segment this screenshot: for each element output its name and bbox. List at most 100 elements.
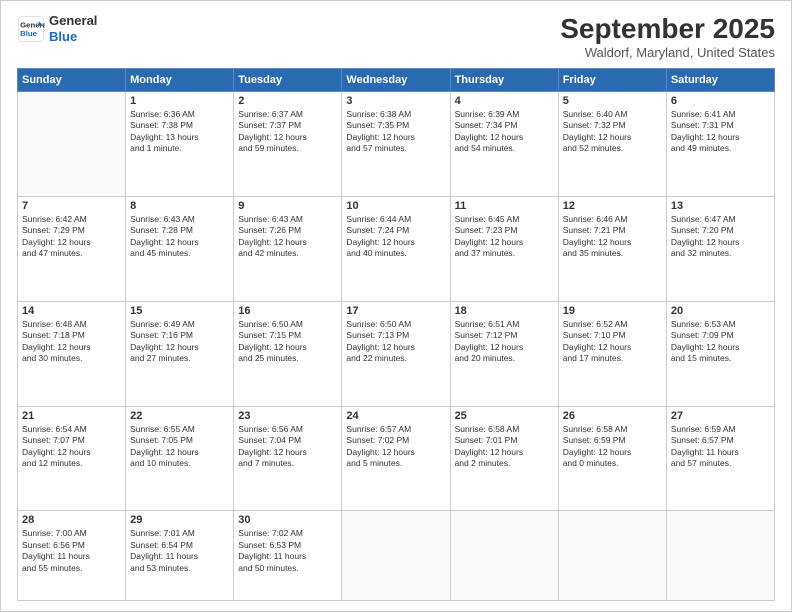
day-number: 21 <box>22 410 121 422</box>
day-number: 11 <box>455 200 554 212</box>
table-row: 1 Sunrise: 6:36 AM Sunset: 7:38 PM Daylig… <box>126 92 234 197</box>
day-info: Sunrise: 6:59 AM Sunset: 6:57 PM Dayligh… <box>671 424 770 470</box>
table-row <box>342 511 450 601</box>
day-number: 25 <box>455 410 554 422</box>
day-info: Sunrise: 6:47 AM Sunset: 7:20 PM Dayligh… <box>671 214 770 260</box>
day-number: 6 <box>671 95 770 107</box>
day-number: 29 <box>130 514 229 526</box>
table-row: 12Sunrise: 6:46 AM Sunset: 7:21 PM Dayli… <box>558 196 666 301</box>
calendar-header-row: Sunday Monday Tuesday Wednesday Thursday… <box>18 69 775 92</box>
logo-icon: General Blue <box>17 15 45 43</box>
table-row: 6 Sunrise: 6:41 AM Sunset: 7:31 PM Daylig… <box>666 92 774 197</box>
table-row: 7 Sunrise: 6:42 AM Sunset: 7:29 PM Daylig… <box>18 196 126 301</box>
day-info: Sunrise: 6:38 AM Sunset: 7:35 PM Dayligh… <box>346 109 445 155</box>
day-info: Sunrise: 6:45 AM Sunset: 7:23 PM Dayligh… <box>455 214 554 260</box>
day-info: Sunrise: 7:01 AM Sunset: 6:54 PM Dayligh… <box>130 528 229 574</box>
table-row: 10 Sunrise: 6:44 AM Sunset: 7:24 PM Dayli… <box>342 196 450 301</box>
logo: General Blue GeneralBlue <box>17 13 97 44</box>
day-number: 22 <box>130 410 229 422</box>
day-info: Sunrise: 6:40 AM Sunset: 7:32 PM Dayligh… <box>563 109 662 155</box>
table-row: 16Sunrise: 6:50 AM Sunset: 7:15 PM Dayli… <box>234 301 342 406</box>
header: General Blue GeneralBlue September 2025 … <box>17 13 775 60</box>
day-number: 30 <box>238 514 337 526</box>
table-row: 29 Sunrise: 7:01 AM Sunset: 6:54 PM Dayli… <box>126 511 234 601</box>
table-row: 5 Sunrise: 6:40 AM Sunset: 7:32 PM Daylig… <box>558 92 666 197</box>
day-info: Sunrise: 6:58 AM Sunset: 7:01 PM Dayligh… <box>455 424 554 470</box>
day-number: 2 <box>238 95 337 107</box>
table-row: 21 Sunrise: 6:54 AM Sunset: 7:07 PM Dayli… <box>18 406 126 511</box>
logo-text: GeneralBlue <box>49 13 97 44</box>
day-number: 1 <box>130 95 229 107</box>
day-info: Sunrise: 6:54 AM Sunset: 7:07 PM Dayligh… <box>22 424 121 470</box>
table-row: 4 Sunrise: 6:39 AM Sunset: 7:34 PM Daylig… <box>450 92 558 197</box>
day-number: 18 <box>455 305 554 317</box>
table-row: 26 Sunrise: 6:58 AM Sunset: 6:59 PM Dayli… <box>558 406 666 511</box>
col-friday: Friday <box>558 69 666 92</box>
day-number: 7 <box>22 200 121 212</box>
table-row: 8Sunrise: 6:43 AM Sunset: 7:28 PM Daylig… <box>126 196 234 301</box>
day-info: Sunrise: 6:51 AM Sunset: 7:12 PM Dayligh… <box>455 319 554 365</box>
day-number: 9 <box>238 200 337 212</box>
day-number: 15 <box>130 305 229 317</box>
col-sunday: Sunday <box>18 69 126 92</box>
table-row: 20 Sunrise: 6:53 AM Sunset: 7:09 PM Dayli… <box>666 301 774 406</box>
table-row <box>666 511 774 601</box>
table-row <box>558 511 666 601</box>
day-info: Sunrise: 6:53 AM Sunset: 7:09 PM Dayligh… <box>671 319 770 365</box>
title-block: September 2025 Waldorf, Maryland, United… <box>560 13 775 60</box>
table-row: 3Sunrise: 6:38 AM Sunset: 7:35 PM Daylig… <box>342 92 450 197</box>
table-row: 19 Sunrise: 6:52 AM Sunset: 7:10 PM Dayli… <box>558 301 666 406</box>
table-row: 15 Sunrise: 6:49 AM Sunset: 7:16 PM Dayli… <box>126 301 234 406</box>
day-info: Sunrise: 6:48 AM Sunset: 7:18 PM Dayligh… <box>22 319 121 365</box>
table-row: 18 Sunrise: 6:51 AM Sunset: 7:12 PM Dayli… <box>450 301 558 406</box>
table-row: 14Sunrise: 6:48 AM Sunset: 7:18 PM Dayli… <box>18 301 126 406</box>
col-monday: Monday <box>126 69 234 92</box>
day-number: 4 <box>455 95 554 107</box>
day-number: 12 <box>563 200 662 212</box>
table-row <box>450 511 558 601</box>
day-number: 28 <box>22 514 121 526</box>
day-number: 17 <box>346 305 445 317</box>
day-info: Sunrise: 6:49 AM Sunset: 7:16 PM Dayligh… <box>130 319 229 365</box>
day-info: Sunrise: 7:02 AM Sunset: 6:53 PM Dayligh… <box>238 528 337 574</box>
day-info: Sunrise: 6:57 AM Sunset: 7:02 PM Dayligh… <box>346 424 445 470</box>
day-info: Sunrise: 6:50 AM Sunset: 7:13 PM Dayligh… <box>346 319 445 365</box>
day-info: Sunrise: 6:43 AM Sunset: 7:26 PM Dayligh… <box>238 214 337 260</box>
day-number: 13 <box>671 200 770 212</box>
calendar-table: Sunday Monday Tuesday Wednesday Thursday… <box>17 68 775 601</box>
day-number: 23 <box>238 410 337 422</box>
table-row: 22 Sunrise: 6:55 AM Sunset: 7:05 PM Dayli… <box>126 406 234 511</box>
table-row: 9 Sunrise: 6:43 AM Sunset: 7:26 PM Daylig… <box>234 196 342 301</box>
day-info: Sunrise: 6:52 AM Sunset: 7:10 PM Dayligh… <box>563 319 662 365</box>
subtitle: Waldorf, Maryland, United States <box>560 45 775 60</box>
day-number: 19 <box>563 305 662 317</box>
col-tuesday: Tuesday <box>234 69 342 92</box>
table-row: 13 Sunrise: 6:47 AM Sunset: 7:20 PM Dayli… <box>666 196 774 301</box>
day-number: 16 <box>238 305 337 317</box>
day-info: Sunrise: 6:39 AM Sunset: 7:34 PM Dayligh… <box>455 109 554 155</box>
day-info: Sunrise: 6:41 AM Sunset: 7:31 PM Dayligh… <box>671 109 770 155</box>
svg-text:Blue: Blue <box>20 29 38 38</box>
day-info: Sunrise: 6:42 AM Sunset: 7:29 PM Dayligh… <box>22 214 121 260</box>
day-info: Sunrise: 6:55 AM Sunset: 7:05 PM Dayligh… <box>130 424 229 470</box>
col-saturday: Saturday <box>666 69 774 92</box>
table-row: 27 Sunrise: 6:59 AM Sunset: 6:57 PM Dayli… <box>666 406 774 511</box>
day-number: 27 <box>671 410 770 422</box>
day-info: Sunrise: 6:44 AM Sunset: 7:24 PM Dayligh… <box>346 214 445 260</box>
table-row: 28 Sunrise: 7:00 AM Sunset: 6:56 PM Dayli… <box>18 511 126 601</box>
col-wednesday: Wednesday <box>342 69 450 92</box>
day-number: 20 <box>671 305 770 317</box>
table-row: 23Sunrise: 6:56 AM Sunset: 7:04 PM Dayli… <box>234 406 342 511</box>
table-row <box>18 92 126 197</box>
day-info: Sunrise: 6:36 AM Sunset: 7:38 PM Dayligh… <box>130 109 229 155</box>
day-number: 10 <box>346 200 445 212</box>
day-number: 24 <box>346 410 445 422</box>
table-row: 17 Sunrise: 6:50 AM Sunset: 7:13 PM Dayli… <box>342 301 450 406</box>
table-row: 11 Sunrise: 6:45 AM Sunset: 7:23 PM Dayli… <box>450 196 558 301</box>
day-info: Sunrise: 6:43 AM Sunset: 7:28 PM Dayligh… <box>130 214 229 260</box>
day-number: 5 <box>563 95 662 107</box>
day-info: Sunrise: 7:00 AM Sunset: 6:56 PM Dayligh… <box>22 528 121 574</box>
table-row: 2Sunrise: 6:37 AM Sunset: 7:37 PM Daylig… <box>234 92 342 197</box>
day-info: Sunrise: 6:58 AM Sunset: 6:59 PM Dayligh… <box>563 424 662 470</box>
day-number: 26 <box>563 410 662 422</box>
